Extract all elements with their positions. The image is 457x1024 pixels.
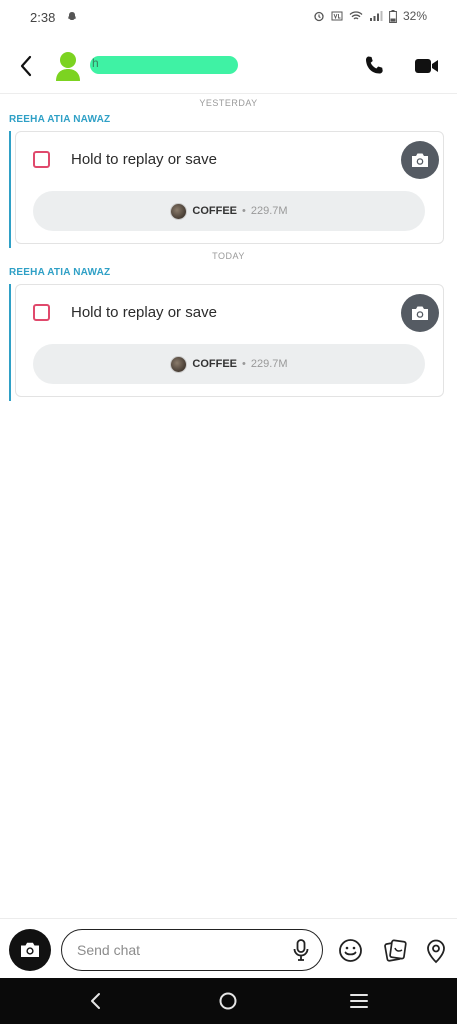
sender-name: REEHA ATIA NAWAZ [9,267,111,278]
voice-note-button[interactable] [290,938,312,962]
send-chat-input[interactable] [61,929,323,971]
back-arrow-icon [20,55,32,77]
battery-icon [389,9,397,23]
lens-pill[interactable]: COFFEE • 229.7M [33,344,425,384]
system-nav-bar [0,978,457,1024]
emoji-icon [339,939,362,962]
volte-icon [331,10,343,22]
signal-icon [369,10,383,22]
sticker-button[interactable] [382,937,409,964]
lens-view-count: 229.7M [250,358,288,370]
location-button[interactable] [423,937,448,964]
pill-separator: • [242,358,246,370]
video-call-button[interactable] [412,52,442,80]
contact-name[interactable]: h [92,56,99,70]
camera-icon [21,942,39,957]
snap-status-text: Hold to replay or save [71,304,217,321]
lens-thumbnail [170,355,188,373]
video-icon [415,59,438,73]
date-label: TODAY [212,251,245,261]
message-accent-bar [9,284,11,401]
camera-icon [412,153,428,167]
call-button[interactable] [360,52,388,80]
lens-pill[interactable]: COFFEE • 229.7M [33,191,425,231]
status-bar: 2:38 32% [0,0,457,36]
map-pin-icon [426,939,445,963]
lens-thumbnail [170,202,188,220]
lens-title: COFFEE [192,358,238,370]
message-group: Hold to replay or save COFFEE • 229.7M [9,284,449,401]
chat-header: h [0,40,457,94]
snap-status-text: Hold to replay or save [71,151,217,168]
snap-unopened-icon [33,304,50,321]
reply-camera-button[interactable] [401,141,439,179]
snap-message[interactable]: Hold to replay or save COFFEE • 229.7M [15,284,444,397]
emoji-button[interactable] [337,937,364,964]
wifi-icon [349,10,363,22]
microphone-icon [293,939,309,961]
pill-separator: • [242,205,246,217]
sender-name: REEHA ATIA NAWAZ [9,114,111,125]
phone-icon [366,56,383,74]
chat-composer [0,918,457,978]
status-time: 2:38 [30,10,56,25]
alarm-icon [313,10,325,22]
nav-back-button[interactable] [84,989,108,1013]
snap-message[interactable]: Hold to replay or save COFFEE • 229.7M [15,131,444,244]
battery-percent: 32% [402,9,427,23]
nav-recents-icon [350,994,368,1008]
sticker-icon [384,939,407,962]
status-icons: 32% [313,9,427,23]
back-button[interactable] [12,52,40,80]
message-accent-bar [9,131,11,248]
message-group: Hold to replay or save COFFEE • 229.7M [9,131,449,248]
nav-back-icon [91,993,100,1009]
date-label: YESTERDAY [199,98,258,108]
camera-icon [412,306,428,320]
nav-home-button[interactable] [216,989,240,1013]
lens-title: COFFEE [192,205,238,217]
snapchat-ghost-icon [66,10,78,28]
lens-view-count: 229.7M [250,205,288,217]
snap-unopened-icon [33,151,50,168]
camera-button[interactable] [9,929,51,971]
nav-recents-button[interactable] [347,989,371,1013]
contact-name-highlight[interactable] [90,56,238,74]
bitmoji-avatar-icon[interactable] [54,50,82,82]
reply-camera-button[interactable] [401,294,439,332]
nav-home-icon [219,992,237,1010]
